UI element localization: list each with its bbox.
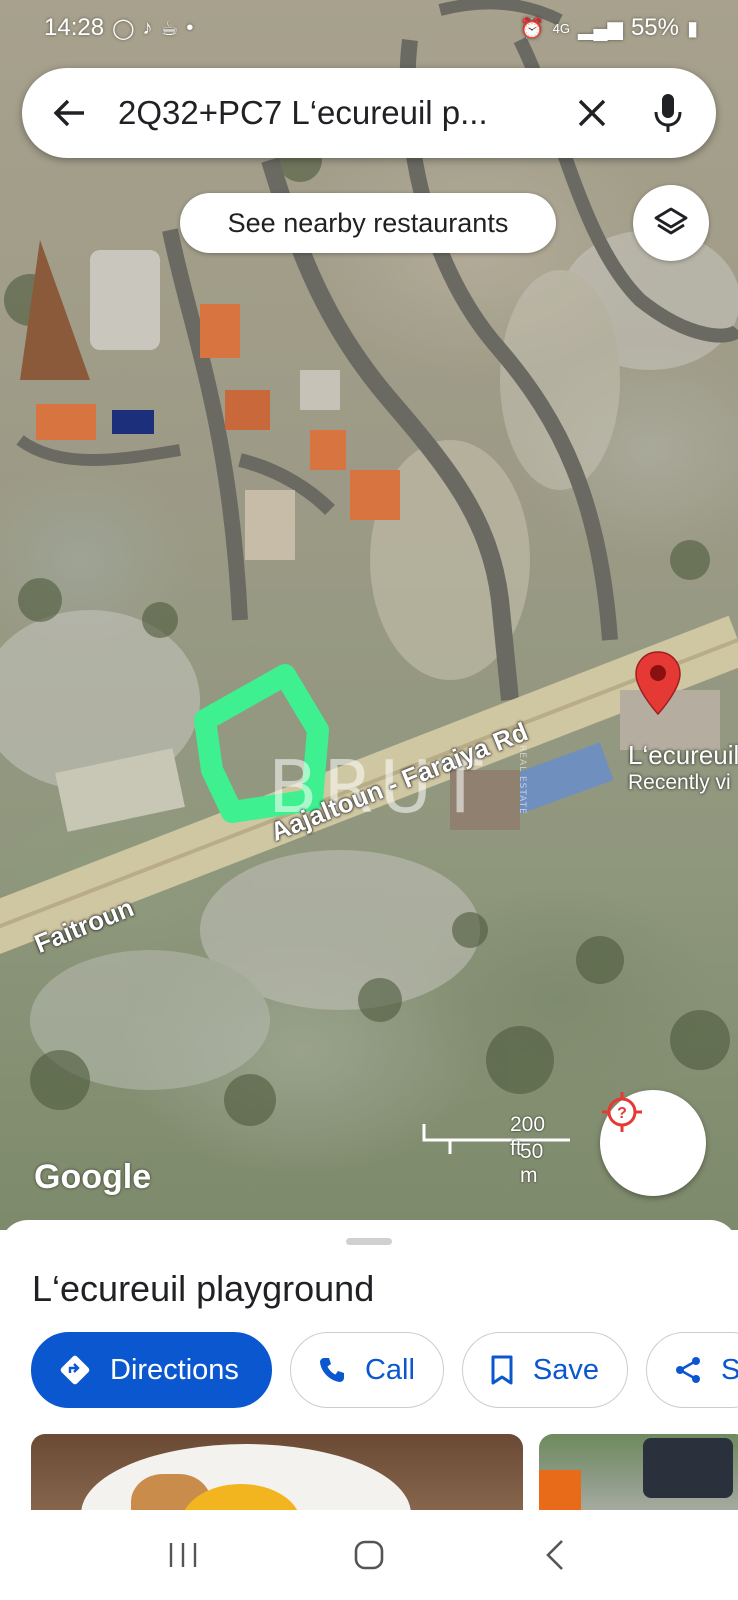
share-button[interactable]: S (646, 1332, 738, 1408)
tiktok-icon: ♪ (142, 16, 153, 39)
microphone-icon[interactable] (650, 91, 686, 135)
layers-button[interactable] (633, 185, 709, 261)
directions-icon (60, 1355, 90, 1385)
scale-lines (422, 1124, 570, 1154)
sign-shape (539, 1470, 581, 1510)
map-view[interactable]: BRUT REAL ESTATE Aajaltoun - Faraiya Rd … (0, 0, 738, 1230)
svg-text:?: ? (617, 1105, 627, 1122)
save-button[interactable]: Save (461, 1332, 629, 1408)
action-buttons: Directions Call Save S (31, 1332, 738, 1408)
drag-handle[interactable] (346, 1238, 392, 1245)
directions-button[interactable]: Directions (31, 1332, 272, 1408)
photo-strip[interactable] (31, 1434, 738, 1510)
battery-level: 55% (630, 14, 679, 41)
alarm-icon: ⏰ (519, 17, 545, 40)
share-icon (676, 1357, 701, 1383)
back-icon[interactable] (525, 1525, 585, 1585)
dot-icon: • (186, 16, 194, 39)
bookmark-icon (491, 1355, 513, 1385)
search-query[interactable]: 2Q32+PC7 L‘ecureuil p... (118, 94, 556, 132)
clock: 14:28 (44, 14, 105, 41)
whatsapp-icon: ◯ (112, 17, 135, 40)
location-unknown-icon: ? (602, 1092, 642, 1132)
cup-icon: ☕ (160, 17, 179, 40)
layers-icon (654, 207, 688, 235)
search-bar[interactable]: 2Q32+PC7 L‘ecureuil p... (22, 68, 716, 158)
close-icon[interactable] (572, 93, 612, 133)
google-logo: Google (34, 1158, 152, 1196)
call-label: Call (364, 1353, 415, 1386)
directions-label: Directions (110, 1353, 239, 1386)
share-label: S (721, 1353, 738, 1386)
system-nav-bar (0, 1510, 738, 1600)
place-title: L‘ecureuil playground (32, 1268, 375, 1309)
home-icon[interactable] (339, 1525, 399, 1585)
place-bottom-sheet[interactable]: L‘ecureuil playground Directions Call Sa… (0, 1220, 738, 1510)
battery-icon: ▮ (686, 17, 698, 40)
save-label: Save (532, 1353, 600, 1386)
satellite-imagery (0, 0, 738, 1126)
place-photo[interactable] (31, 1434, 523, 1510)
place-label-sub: Recently vi (628, 771, 731, 794)
recent-apps-icon[interactable] (153, 1525, 213, 1585)
status-bar: 14:28 ◯ ♪ ☕ • ⏰ 4G ▂▄▆ 55% ▮ (0, 8, 738, 48)
place-label-name: L‘ecureuil (628, 740, 738, 770)
phone-icon (319, 1358, 344, 1382)
my-location-button[interactable]: ? (600, 1090, 706, 1196)
back-arrow-icon[interactable] (52, 93, 92, 133)
signal-icon: ▂▄▆ (578, 17, 623, 40)
place-photo[interactable] (539, 1434, 738, 1510)
car-shape (643, 1438, 733, 1498)
place-label[interactable]: L‘ecureuil Recently vi (628, 740, 738, 795)
scale-m: 50 m (520, 1140, 544, 1187)
call-button[interactable]: Call (289, 1332, 444, 1408)
network-type: 4G (552, 20, 570, 36)
see-nearby-restaurants-chip[interactable]: See nearby restaurants (180, 193, 556, 253)
